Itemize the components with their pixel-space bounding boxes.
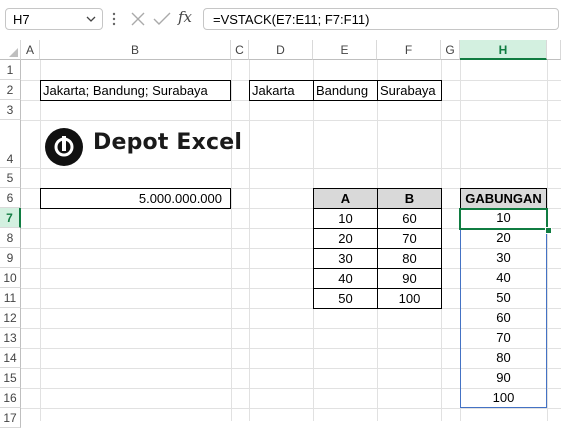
table-cell[interactable]: 70 [377,228,442,249]
more-options-icon[interactable] [112,12,116,26]
result-cell[interactable]: 40 [461,269,546,288]
column-header-h[interactable]: H [460,40,547,60]
select-all-button[interactable] [0,40,21,60]
column-header-g[interactable]: G [441,40,460,60]
cell-d2[interactable]: Jakarta [249,80,314,101]
result-cell[interactable]: 90 [461,369,546,388]
select-all-triangle-icon [9,48,18,57]
result-cell[interactable]: 30 [461,249,546,268]
table-cell[interactable]: 20 [313,228,378,249]
result-cell[interactable]: 100 [461,389,546,408]
table-cell[interactable]: 10 [313,208,378,229]
name-box-value[interactable]: H7 [13,12,30,27]
column-header-next[interactable] [547,40,561,60]
row-header-16[interactable]: 16 [0,388,21,408]
row-header-11[interactable]: 11 [0,288,21,308]
table-header-a[interactable]: A [313,188,378,209]
column-header-e[interactable]: E [313,40,377,60]
table-cell[interactable]: 50 [313,288,378,309]
row-header-5[interactable]: 5 [0,168,21,188]
table-cell[interactable]: 40 [313,268,378,289]
table-cell[interactable]: 90 [377,268,442,289]
result-cell[interactable]: 80 [461,349,546,368]
cell-b6[interactable]: 5.000.000.000 [40,188,231,209]
column-header-f[interactable]: F [377,40,441,60]
enter-check-icon[interactable] [153,11,171,27]
result-cell-h7[interactable]: 10 [461,209,546,228]
table-cell[interactable]: 100 [377,288,442,309]
result-cell[interactable]: 70 [461,329,546,348]
row-header-12[interactable]: 12 [0,308,21,328]
column-header-d[interactable]: D [249,40,313,60]
table-header-b[interactable]: B [377,188,442,209]
row-header-9[interactable]: 9 [0,248,21,268]
insert-function-button[interactable]: fx [178,8,192,26]
result-cell[interactable]: 60 [461,309,546,328]
row-header-10[interactable]: 10 [0,268,21,288]
row-header-8[interactable]: 8 [0,228,21,248]
logo-text: Depot Excel [93,130,243,155]
row-header-17[interactable]: 17 [0,408,21,428]
table-cell[interactable]: 30 [313,248,378,269]
column-header-b[interactable]: B [40,40,231,60]
row-header-15[interactable]: 15 [0,368,21,388]
row-header-14[interactable]: 14 [0,348,21,368]
column-header-a[interactable]: A [21,40,40,60]
table-cell[interactable]: 60 [377,208,442,229]
table-cell[interactable]: 80 [377,248,442,269]
row-header-6[interactable]: 6 [0,188,21,208]
row-header-2[interactable]: 2 [0,80,21,100]
result-header[interactable]: GABUNGAN [460,188,547,209]
fill-handle[interactable] [545,227,552,234]
formula-input[interactable]: =VSTACK(E7:E11; F7:F11) [203,8,559,30]
cell-f2[interactable]: Surabaya [377,80,442,101]
name-box[interactable]: H7 [5,8,103,30]
chevron-down-icon[interactable] [86,14,96,24]
formula-bar: H7 fx =VSTACK(E7:E11; F7:F11) [0,0,561,40]
cell-b2[interactable]: Jakarta; Bandung; Surabaya [40,80,231,101]
depot-excel-logo-icon [45,128,83,166]
cell-e2[interactable]: Bandung [313,80,378,101]
cancel-icon[interactable] [130,11,146,27]
row-header-4[interactable]: 4 [0,120,21,168]
row-header-13[interactable]: 13 [0,328,21,348]
column-header-c[interactable]: C [231,40,249,60]
row-header-7[interactable]: 7 [0,208,21,228]
result-cell[interactable]: 20 [461,229,546,248]
row-header-1[interactable]: 1 [0,60,21,80]
formula-text[interactable]: =VSTACK(E7:E11; F7:F11) [213,12,369,27]
result-cell[interactable]: 50 [461,289,546,308]
row-header-3[interactable]: 3 [0,100,21,120]
